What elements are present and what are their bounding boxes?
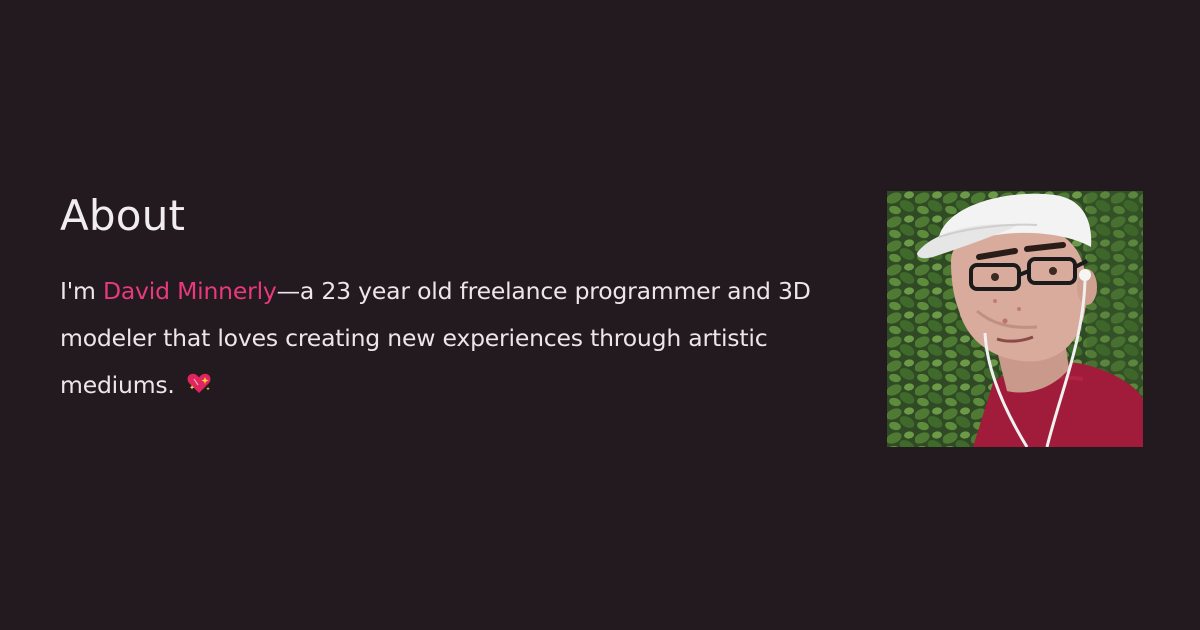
profile-photo [887,191,1143,447]
about-heading: About [60,191,186,240]
sparkling-heart-icon [186,364,212,411]
about-bio: I'm David Minnerly—a 23 year old freelan… [60,268,850,411]
page: About I'm David Minnerly—a 23 year old f… [0,0,1200,630]
name-link[interactable]: David Minnerly [103,277,277,305]
bio-prefix: I'm [60,277,103,305]
about-section: About I'm David Minnerly—a 23 year old f… [60,186,850,411]
